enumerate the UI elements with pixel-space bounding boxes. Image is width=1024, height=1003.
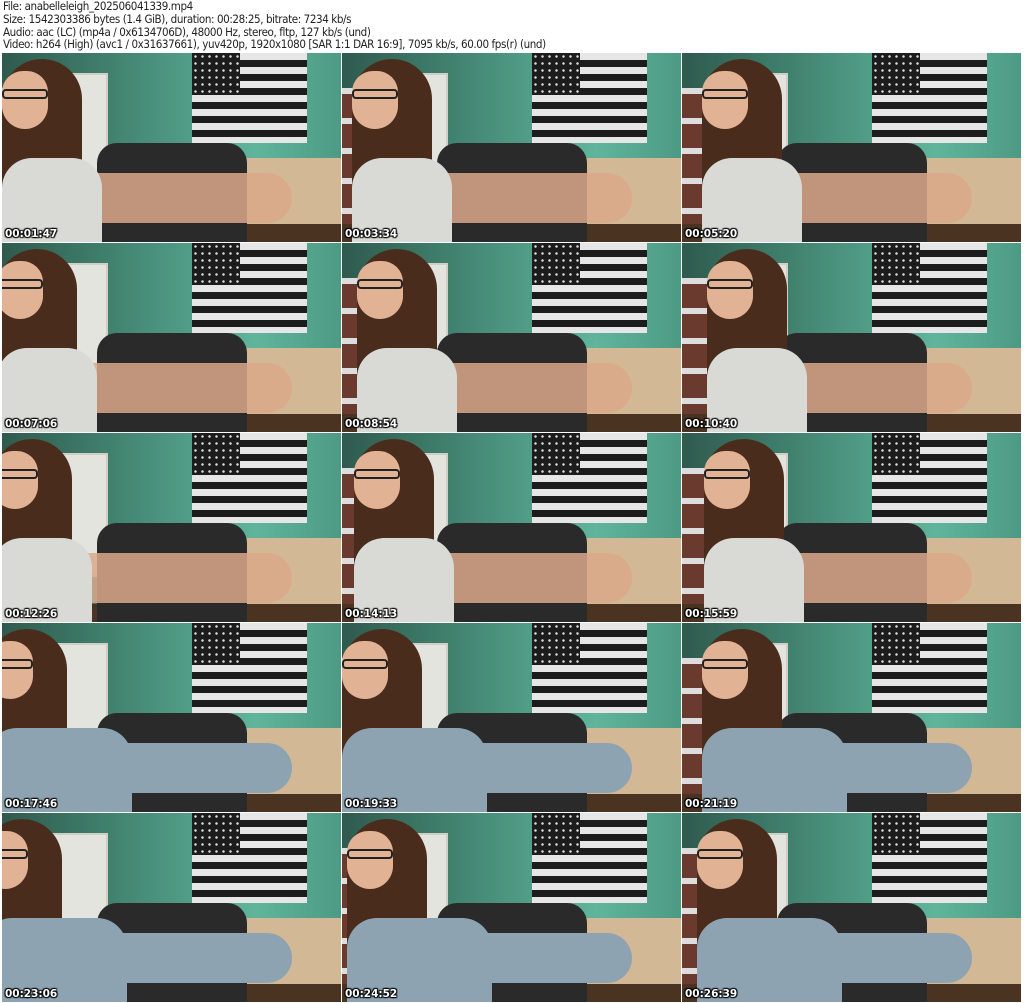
glasses [342,659,388,669]
timestamp: 00:03:34 [345,228,398,240]
video-thumbnail: 00:08:54 [342,243,681,432]
video-thumbnail: 00:10:40 [682,243,1021,432]
flag [532,53,647,143]
flag [532,243,647,333]
video-thumbnail: 00:12:26 [2,433,341,622]
person-face [704,451,750,509]
file-name: File: anabelleleigh_202506041339.mp4 [3,0,193,13]
timestamp: 00:14:13 [345,608,398,620]
glasses [697,849,743,859]
video-thumbnail: 00:19:33 [342,623,681,812]
video-thumbnail: 00:07:06 [2,243,341,432]
flag [872,53,987,143]
glasses [347,849,393,859]
timestamp: 00:07:06 [5,418,58,430]
person-face [357,261,403,319]
person-face [342,641,388,699]
video-thumbnail: 00:23:06 [2,813,341,1002]
flag [192,53,307,143]
file-size-info: Size: 1542303386 bytes (1.4 GiB), durati… [3,11,352,26]
video-info: Video: h264 (High) (avc1 / 0x31637661), … [3,37,546,52]
person-face [352,71,398,129]
glasses [707,279,753,289]
timestamp: 00:23:06 [5,988,58,1000]
person-face [347,831,393,889]
glasses [2,659,33,669]
glasses [352,89,398,99]
thumbnail-grid: 00:01:47 00:03:34 00:05:20 00:07:06 00:0… [2,53,1021,1002]
person-face [2,451,38,509]
glasses [2,279,43,289]
flag [192,243,307,333]
person-face [2,261,43,319]
timestamp: 00:17:46 [5,798,58,810]
glasses [2,89,48,99]
glasses [704,469,750,479]
timestamp: 00:24:52 [345,988,398,1000]
glasses [357,279,403,289]
timestamp: 00:19:33 [345,798,398,810]
glasses [354,469,400,479]
flag [872,813,987,903]
flag [192,623,307,713]
video-thumbnail: 00:24:52 [342,813,681,1002]
glasses [702,659,748,669]
timestamp: 00:10:40 [685,418,738,430]
video-thumbnail: 00:05:20 [682,53,1021,242]
flag [872,623,987,713]
timestamp: 00:12:26 [5,608,58,620]
timestamp: 00:01:47 [5,228,58,240]
flag [532,433,647,523]
video-thumbnail: 00:03:34 [342,53,681,242]
video-thumbnail: 00:26:39 [682,813,1021,1002]
person-face [354,451,400,509]
person-face [702,71,748,129]
person-face [2,71,48,129]
glasses [702,89,748,99]
flag [192,433,307,523]
video-thumbnail: 00:01:47 [2,53,341,242]
file-info-header: File: anabelleleigh_202506041339.mp4 Siz… [3,0,546,51]
timestamp: 00:05:20 [685,228,738,240]
timestamp: 00:26:39 [685,988,738,1000]
timestamp: 00:15:59 [685,608,738,620]
timestamp: 00:08:54 [345,418,398,430]
timestamp: 00:21:19 [685,798,738,810]
video-thumbnail: 00:17:46 [2,623,341,812]
video-thumbnail: 00:14:13 [342,433,681,622]
person-face [697,831,743,889]
flag [872,433,987,523]
glasses [2,469,38,479]
flag [192,813,307,903]
video-thumbnail: 00:21:19 [682,623,1021,812]
flag [532,813,647,903]
glasses [2,849,28,859]
person-face [707,261,753,319]
video-thumbnail: 00:15:59 [682,433,1021,622]
flag [532,623,647,713]
person-face [702,641,748,699]
flag [872,243,987,333]
